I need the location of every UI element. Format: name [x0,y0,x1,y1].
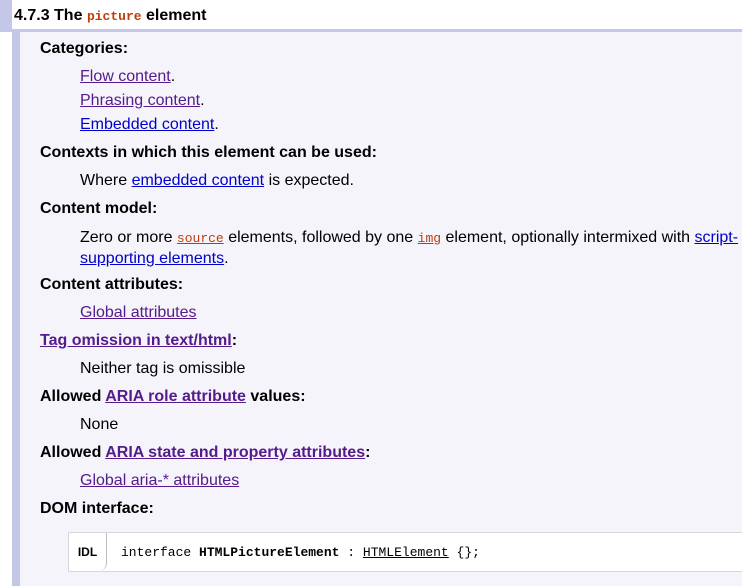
content-attributes-value: Global attributes [80,304,197,322]
aria-state-label: Allowed ARIA state and property attribut… [40,444,370,462]
script-supporting-part1: script- [694,229,739,246]
global-aria-attributes-link[interactable]: Global aria-* attributes [80,472,239,489]
element-definition-panel: Categories: Flow content. Phrasing conte… [12,32,742,586]
source-element-link[interactable]: source [177,231,224,246]
section-header: 4.7.3 The picture element [0,0,742,32]
element-name-code: picture [86,9,142,24]
aria-role-value: None [80,416,119,433]
phrasing-content-link[interactable]: Phrasing content [80,92,200,109]
category-embedded: Embedded content. [80,116,219,134]
idl-colon: : [347,545,356,560]
category-period: . [170,68,176,85]
embedded-content-context-link[interactable]: embedded content [132,172,265,189]
contexts-label: Contexts in which this element can be us… [40,144,377,161]
contexts-prefix: Where [80,172,128,189]
section-number: 4.7.3 The [14,7,83,24]
tag-omission-colon: : [231,332,238,349]
contexts-value: Where embedded content is expected. [80,172,354,190]
category-flow: Flow content. [80,68,175,86]
content-model-period: . [224,250,229,267]
idl-tag[interactable]: IDL [69,533,107,571]
aria-state-value: Global aria-* attributes [80,472,239,490]
dom-interface-label: DOM interface: [40,500,154,517]
header-accent-bar [0,0,12,32]
tag-omission-link[interactable]: Tag omission in text/html [40,332,232,349]
section-suffix: element [146,7,207,24]
categories-label: Categories: [40,40,129,57]
aria-role-label: Allowed ARIA role attribute values: [40,388,306,406]
content-attributes-label: Content attributes: [40,276,184,293]
aria-state-link[interactable]: ARIA state and property attributes [105,444,365,461]
content-model-value: Zero or more source elements, followed b… [80,228,742,269]
embedded-content-link[interactable]: Embedded content [80,116,214,133]
idl-tail: {}; [456,545,480,560]
idl-interface-name: HTMLPictureElement [199,545,340,560]
html-element-link[interactable]: HTMLElement [363,545,449,560]
idl-keyword: interface [121,545,192,560]
script-supporting-part2: supporting elements [80,250,225,267]
tag-omission-value: Neither tag is omissible [80,360,246,377]
img-element-link[interactable]: img [418,231,441,246]
aria-role-suffix: values: [250,388,306,405]
contexts-suffix: is expected. [268,172,354,189]
flow-content-link[interactable]: Flow content [80,68,171,85]
idl-code-block: IDL interface HTMLPictureElement : HTMLE… [68,532,742,572]
content-model-middle: elements, followed by one [228,229,414,246]
global-attributes-link[interactable]: Global attributes [80,304,197,321]
content-model-label: Content model: [40,200,158,217]
aria-state-prefix: Allowed [40,444,102,461]
idl-code: interface HTMLPictureElement : HTMLEleme… [121,545,480,560]
category-period: . [214,116,219,133]
category-period: . [200,92,205,109]
aria-state-colon: : [365,444,371,461]
content-model-after: element, optionally intermixed with [445,229,691,246]
section-title: 4.7.3 The picture element [14,7,206,25]
aria-role-prefix: Allowed [40,388,102,405]
category-phrasing: Phrasing content. [80,92,205,110]
aria-role-link[interactable]: ARIA role attribute [105,388,246,405]
content-model-prefix: Zero or more [80,229,173,246]
tag-omission-label: Tag omission in text/html: [40,332,237,350]
